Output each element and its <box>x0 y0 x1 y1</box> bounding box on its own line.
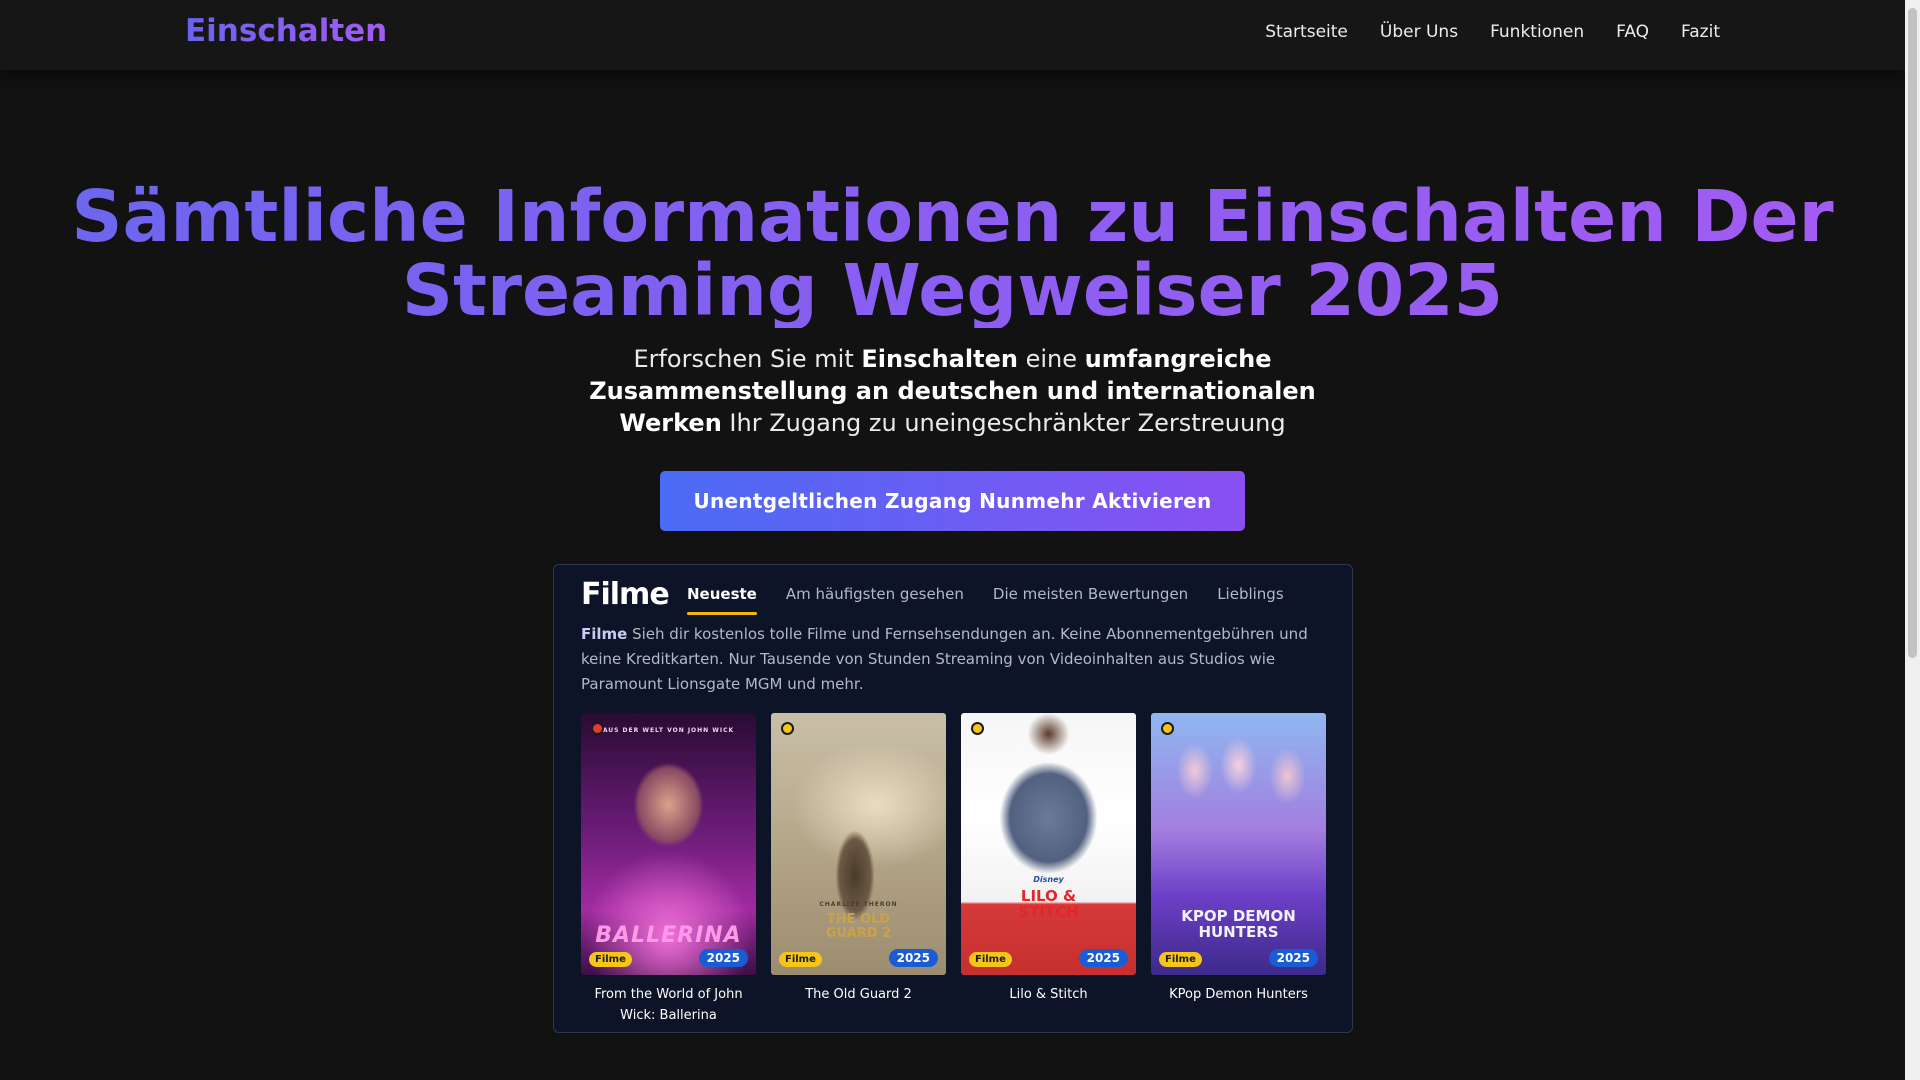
scrollbar-thumb[interactable] <box>1908 8 1917 658</box>
nav-link-ueber-uns[interactable]: Über Uns <box>1380 22 1458 42</box>
movie-poster[interactable]: CHARLIZE THERON THE OLD GUARD 2 Filme 20… <box>771 713 946 975</box>
movie-card-old-guard-2[interactable]: CHARLIZE THERON THE OLD GUARD 2 Filme 20… <box>771 713 946 1026</box>
poster-top-text: Disney <box>1033 875 1064 884</box>
main-nav: Startseite Über Uns Funktionen FAQ Fazit <box>1233 22 1720 42</box>
movie-title[interactable]: Lilo & Stitch <box>961 984 1136 1005</box>
tab-neueste[interactable]: Neueste <box>687 585 757 615</box>
movie-poster[interactable]: Disney LILO & STITCH Filme 2025 <box>961 713 1136 975</box>
nav-link-funktionen[interactable]: Funktionen <box>1490 22 1584 42</box>
hero-subtitle-part1: Erforschen Sie mit <box>633 345 862 373</box>
year-badge: 2025 <box>698 949 748 967</box>
movie-card-ballerina[interactable]: AUS DER WELT VON JOHN WICK BALLERINA Fil… <box>581 713 756 1026</box>
poster-title-text: BALLERINA <box>595 923 742 948</box>
poster-top-text: CHARLIZE THERON <box>819 901 898 908</box>
panel-header: Filme Neueste Am häufigsten gesehen Die … <box>581 577 1341 625</box>
hero-title-line2: Streaming Wegweiser 2025 <box>401 249 1504 332</box>
nav-link-fazit[interactable]: Fazit <box>1681 22 1720 42</box>
status-dot-icon <box>781 722 794 735</box>
movie-title[interactable]: The Old Guard 2 <box>771 984 946 1005</box>
panel-description: Filme Sieh dir kostenlos tolle Filme und… <box>581 622 1331 697</box>
year-badge: 2025 <box>1268 949 1318 967</box>
activate-access-button[interactable]: Unentgeltlichen Zugang Nunmehr Aktiviere… <box>660 471 1245 531</box>
hero-title: Sämtliche Informationen zu Einschalten D… <box>40 180 1865 328</box>
panel-title: Filme <box>581 577 670 612</box>
hero-subtitle-part2: eine <box>1017 345 1085 373</box>
panel-description-text: Sieh dir kostenlos tolle Filme und Ferns… <box>581 625 1308 693</box>
site-logo[interactable]: Einschalten <box>185 13 387 49</box>
year-badge: 2025 <box>1078 949 1128 967</box>
status-dot-icon <box>971 722 984 735</box>
status-dot-icon <box>591 722 604 735</box>
page-scrollbar[interactable] <box>1905 0 1920 1080</box>
movie-title[interactable]: KPop Demon Hunters <box>1151 984 1326 1005</box>
genre-badge: Filme <box>969 952 1012 967</box>
poster-top-text: AUS DER WELT VON JOHN WICK <box>602 727 735 734</box>
top-navbar: Einschalten Startseite Über Uns Funktion… <box>0 0 1905 70</box>
tab-lieblings[interactable]: Lieblings <box>1217 585 1283 615</box>
nav-link-faq[interactable]: FAQ <box>1616 22 1649 42</box>
hero-title-line1: Sämtliche Informationen zu Einschalten D… <box>71 175 1834 258</box>
genre-badge: Filme <box>779 952 822 967</box>
movie-card-kpop-demon-hunters[interactable]: KPOP DEMON HUNTERS Filme 2025 KPop Demon… <box>1151 713 1326 1026</box>
movie-card-list: AUS DER WELT VON JOHN WICK BALLERINA Fil… <box>581 713 1341 1026</box>
genre-badge: Filme <box>1159 952 1202 967</box>
panel-description-bold: Filme <box>581 625 628 643</box>
nav-link-startseite[interactable]: Startseite <box>1265 22 1348 42</box>
hero-subtitle-bold1: Einschalten <box>861 345 1018 373</box>
poster-art <box>961 713 1136 975</box>
movie-card-lilo-stitch[interactable]: Disney LILO & STITCH Filme 2025 Lilo & S… <box>961 713 1136 1026</box>
hero-subtitle-part3: Ihr Zugang zu uneingeschränkter Zerstreu… <box>721 409 1286 437</box>
genre-badge: Filme <box>589 952 632 967</box>
movie-title[interactable]: From the World of John Wick: Ballerina <box>581 984 756 1026</box>
panel-tabs: Neueste Am häufigsten gesehen Die meiste… <box>687 585 1313 615</box>
poster-title-text: KPOP DEMON HUNTERS <box>1181 907 1296 941</box>
tab-am-haeufigsten-gesehen[interactable]: Am häufigsten gesehen <box>786 585 964 615</box>
tab-meiste-bewertungen[interactable]: Die meisten Bewertungen <box>993 585 1188 615</box>
poster-title-text: LILO & STITCH <box>1018 887 1079 921</box>
movies-preview-panel: Filme Neueste Am häufigsten gesehen Die … <box>553 564 1353 1033</box>
movie-poster[interactable]: AUS DER WELT VON JOHN WICK BALLERINA Fil… <box>581 713 756 975</box>
year-badge: 2025 <box>888 949 938 967</box>
poster-title-text: THE OLD GUARD 2 <box>825 912 892 941</box>
movie-poster[interactable]: KPOP DEMON HUNTERS Filme 2025 <box>1151 713 1326 975</box>
hero-subtitle: Erforschen Sie mit Einschalten eine umfa… <box>560 343 1345 439</box>
status-dot-icon <box>1161 722 1174 735</box>
